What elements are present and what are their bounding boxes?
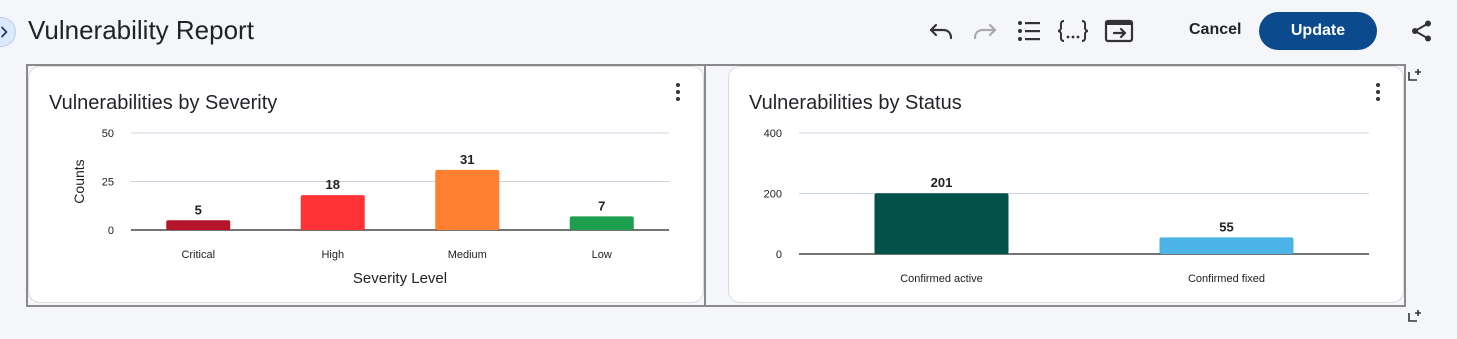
x-tick-label: Low [592,249,612,261]
status-bar-chart: 0 200 400 201 Confirmed active 55 Confirmed fi… [764,128,1369,285]
bar [569,216,634,230]
cancel-button[interactable]: Cancel [1189,21,1241,39]
sidebar-toggle-button[interactable] [0,17,16,47]
x-tick-label: High [321,249,344,261]
json-braces-icon [1057,19,1089,43]
y-tick-label: 25 [102,177,114,189]
bar [1159,237,1294,254]
bar [166,220,231,230]
severity-panel: Vulnerabilities by Severity 0 25 50 5 Critic… [28,66,704,303]
update-button[interactable]: Update [1259,12,1377,50]
y-tick-label: 200 [764,189,782,201]
undo-button[interactable] [926,16,956,46]
bar-value-label: 31 [460,152,474,167]
list-icon [1017,20,1041,42]
share-icon [1410,19,1434,43]
bar [300,195,365,230]
bar-value-label: 18 [326,177,340,192]
bar-value-label: 7 [598,198,605,213]
bar [874,193,1009,254]
bar-value-label: 55 [1219,219,1233,234]
x-tick-label: Confirmed active [900,273,983,285]
severity-bar-chart: 0 25 50 5 Critical 18 High 31 Medium 7 Low Severity… [71,128,669,287]
y-tick-label: 400 [764,128,782,140]
redo-icon [972,22,998,40]
undo-icon [928,22,954,40]
bar [435,169,500,230]
status-panel: Vulnerabilities by Status 0 200 400 201 Conf… [728,66,1404,303]
x-tick-label: Medium [448,249,487,261]
page-title: Vulnerability Report [28,15,254,45]
bar-value-label: 201 [931,175,953,190]
json-view-button[interactable] [1056,16,1090,46]
list-button[interactable] [1015,16,1043,46]
x-tick-label: Confirmed fixed [1188,273,1265,285]
bar-value-label: 5 [195,202,202,217]
add-row-icon[interactable] [1407,68,1423,82]
redo-button[interactable] [970,16,1000,46]
add-row-icon[interactable] [1407,309,1423,323]
x-tick-label: Critical [181,249,215,261]
export-icon [1104,19,1134,43]
chevron-right-icon [0,26,8,38]
y-tick-label: 0 [108,225,114,237]
share-button[interactable] [1408,16,1436,46]
y-axis-label: Counts [71,159,87,203]
y-tick-label: 50 [102,128,114,140]
x-axis-label: Severity Level [353,270,447,287]
export-button[interactable] [1102,16,1136,46]
y-tick-label: 0 [776,249,782,261]
